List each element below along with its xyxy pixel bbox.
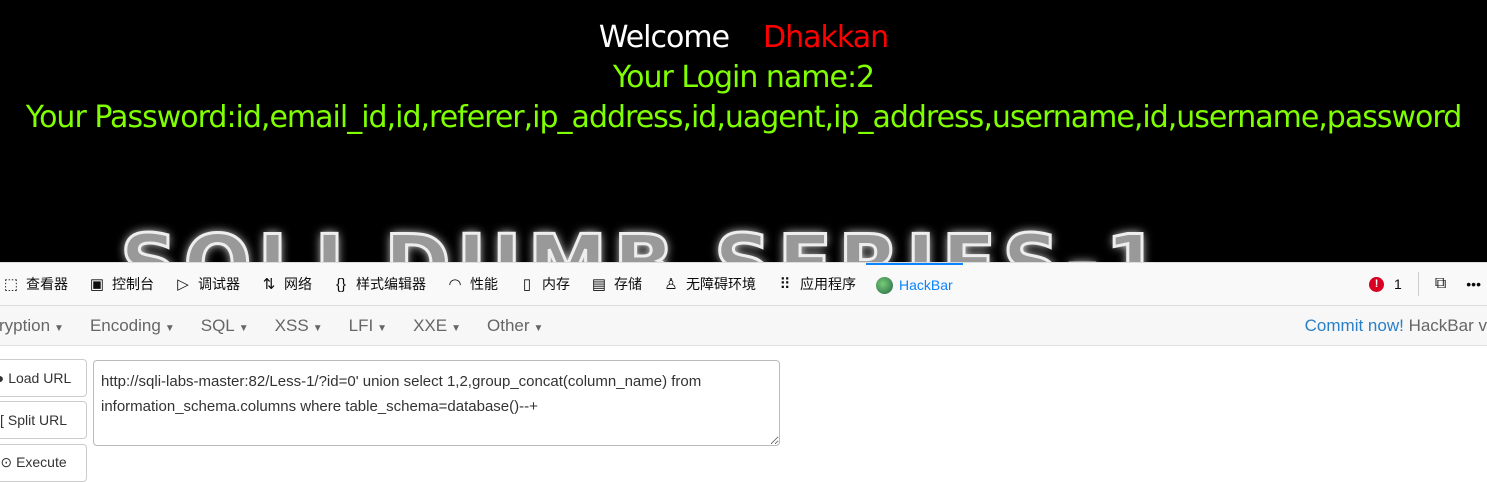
caret-down-icon: ▼ [54, 322, 64, 334]
split-icon: [ [0, 412, 4, 428]
memory-icon: ▯ [522, 276, 532, 293]
tab-network[interactable]: ⇅ 网络 [250, 263, 322, 305]
menu-other[interactable]: Other ▼ [474, 316, 556, 336]
tab-label: 应用程序 [800, 276, 856, 292]
menu-lfi[interactable]: LFI ▼ [336, 316, 400, 336]
tab-label: HackBar [899, 277, 953, 293]
tab-style-editor[interactable]: {} 样式编辑器 [322, 263, 436, 305]
console-icon: ▣ [89, 276, 105, 293]
tab-label: 调试器 [198, 276, 240, 292]
menu-encoding[interactable]: Encoding ▼ [77, 316, 188, 336]
more-icon[interactable]: ••• [1466, 276, 1481, 292]
inspector-icon: ⬚ [3, 276, 19, 293]
tab-application[interactable]: ⠿ 应用程序 [766, 263, 866, 305]
tab-accessibility[interactable]: ♙ 无障碍环境 [652, 263, 766, 305]
menu-xxe[interactable]: XXE ▼ [400, 316, 474, 336]
hackbar-version: HackBar v [1408, 315, 1487, 335]
accessibility-icon: ♙ [664, 276, 678, 293]
password-text: Your Password:id,email_id,id,referer,ip_… [25, 100, 1463, 135]
commit-link[interactable]: Commit now! [1305, 316, 1404, 335]
load-icon: ● [0, 370, 4, 386]
tab-hackbar[interactable]: HackBar [866, 263, 963, 305]
storage-icon: ▤ [591, 276, 607, 293]
tab-storage[interactable]: ▤ 存储 [580, 263, 652, 305]
tab-label: 网络 [284, 276, 312, 292]
caret-down-icon: ▼ [312, 322, 323, 334]
tab-label: 查看器 [26, 276, 68, 292]
responsive-design-icon[interactable]: ⧉ [1435, 275, 1446, 293]
tab-inspector[interactable]: ⬚ 查看器 [0, 263, 78, 305]
debugger-icon: ▷ [177, 276, 189, 293]
error-count[interactable]: 1 [1394, 276, 1402, 292]
network-icon: ⇅ [262, 276, 276, 293]
caret-down-icon: ▼ [377, 322, 388, 334]
execute-icon: ⊙ [0, 454, 13, 470]
tab-label: 无障碍环境 [686, 276, 756, 292]
tab-performance[interactable]: ◠ 性能 [436, 263, 508, 305]
caret-down-icon: ▼ [533, 322, 544, 334]
tab-console[interactable]: ▣ 控制台 [78, 263, 164, 305]
style-editor-icon: {} [335, 275, 347, 293]
performance-icon: ◠ [448, 276, 462, 293]
tab-label: 性能 [470, 276, 498, 292]
caret-down-icon: ▼ [164, 322, 175, 334]
menu-ryption[interactable]: ryption ▼ [0, 316, 77, 336]
error-icon[interactable]: ! [1369, 276, 1385, 292]
caret-down-icon: ▼ [451, 322, 462, 334]
url-input[interactable] [93, 360, 780, 446]
welcome-text: Welcome [598, 20, 730, 55]
hackbar-icon [876, 276, 893, 294]
hackbar-menu: ryption ▼ Encoding ▼ SQL ▼ XSS ▼ LFI ▼ XXE ▼ Other ▼ … [0, 306, 1487, 346]
tab-debugger[interactable]: ▷ 调试器 [164, 263, 250, 305]
logo: SQLI DUMB SERIES-1 [119, 217, 1167, 263]
tab-memory[interactable]: ▯ 内存 [508, 263, 580, 305]
web-page: Welcome Dhakkan Your Login name:2 Your Pa… [0, 0, 1487, 262]
user-name: Dhakkan [763, 20, 889, 55]
tab-label: 控制台 [112, 276, 154, 292]
execute-button[interactable]: ⊙ Execute [0, 444, 87, 482]
devtools-toolbar: ⬚ 查看器 ▣ 控制台 ▷ 调试器 ⇅ 网络 {} 样式编辑器 ◠ 性能 ▯ 内存 ▤ 存储 ♙ 无障碍环境 ⠿ 应用… [0, 262, 1487, 306]
load-url-button[interactable]: ●Load URL [0, 359, 87, 397]
caret-down-icon: ▼ [238, 322, 249, 334]
split-url-button[interactable]: [Split URL [0, 401, 87, 439]
menu-xss[interactable]: XSS ▼ [262, 316, 336, 336]
login-name: Your Login name:2 [612, 60, 875, 95]
tab-label: 存储 [614, 276, 642, 292]
application-icon: ⠿ [779, 276, 791, 293]
tab-label: 内存 [542, 276, 570, 292]
tab-label: 样式编辑器 [356, 276, 426, 292]
menu-sql[interactable]: SQL ▼ [188, 316, 262, 336]
